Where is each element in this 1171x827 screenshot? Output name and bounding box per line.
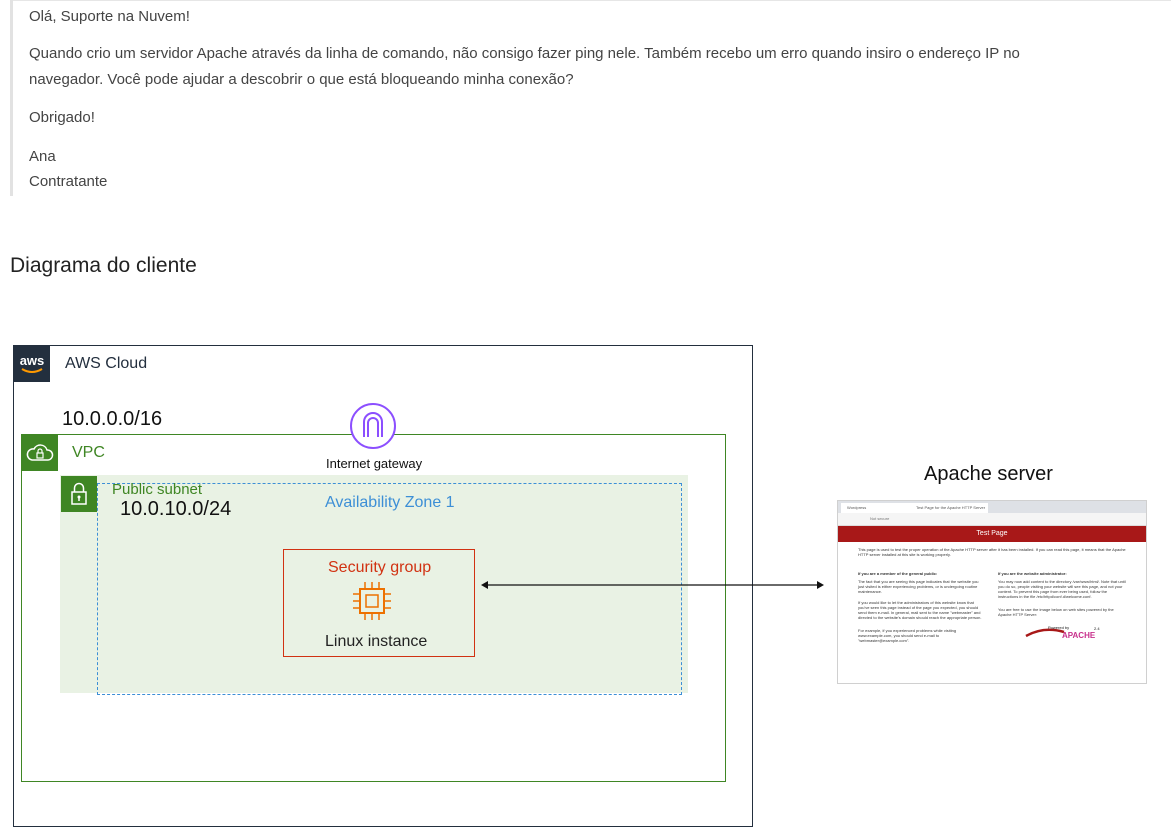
aws-cloud-label: AWS Cloud [65, 355, 148, 372]
test-page-admin-text: You are free to use the image below on w… [998, 607, 1114, 617]
test-page-admin-heading: If you are the website administrator: [998, 571, 1067, 576]
subnet-cidr: 10.0.10.0/24 [120, 498, 232, 520]
message-body-line1: Quando crio um servidor Apache através d… [29, 45, 1020, 62]
apache-logo-icon: Powered by 2.4 APACHE [1025, 625, 1100, 640]
message-body-line2: navegador. Você pode ajudar a descobrir … [29, 71, 574, 88]
aws-logo-text: aws [20, 353, 45, 368]
section-title: Diagrama do cliente [10, 254, 197, 277]
subnet-label: Public subnet [112, 481, 203, 498]
browser-tab: Wordpress [841, 503, 911, 513]
test-page-public-text: The fact that you are seeing this page i… [858, 579, 979, 594]
subnet-lock-icon [61, 476, 97, 512]
browser-tab: Test Page for the Apache HTTP Server [910, 503, 988, 513]
test-page-header: Test Page [838, 526, 1146, 542]
vpc-cloud-lock-icon [22, 435, 58, 471]
message-role: Contratante [29, 173, 108, 190]
security-group-label: Security group [328, 559, 432, 576]
vpc-label: VPC [72, 444, 105, 461]
browser-address-text: Not secure [870, 516, 890, 521]
internet-gateway-label: Internet gateway [326, 456, 423, 471]
customer-message: Olá, Suporte na Nuvem! Quando crio um se… [10, 0, 1160, 196]
apache-server-label: Apache server [924, 463, 1053, 485]
connection-arrow [481, 581, 824, 589]
apache-logo-text: APACHE [1062, 631, 1096, 640]
message-name: Ana [29, 148, 56, 165]
test-page-admin-text: You may now add content to the directory… [998, 579, 1126, 599]
availability-zone-label: Availability Zone 1 [325, 494, 455, 511]
test-page-public-text: For example, if you experienced problems… [858, 628, 957, 643]
message-greeting: Olá, Suporte na Nuvem! [29, 8, 190, 25]
apache-test-page-screenshot: Wordpress Test Page for the Apache HTTP … [837, 500, 1147, 684]
aws-logo-icon: aws [14, 346, 50, 382]
vpc-cidr: 10.0.0.0/16 [62, 408, 163, 430]
message-thanks: Obrigado! [29, 109, 95, 126]
test-page-intro: This page is used to test the proper ope… [858, 547, 1126, 557]
test-page-public-heading: If you are a member of the general publi… [858, 571, 938, 576]
apache-powered-by: Powered by [1048, 625, 1069, 630]
test-page-public-text: If you would like to let the administrat… [858, 600, 982, 620]
linux-instance-label: Linux instance [325, 633, 428, 650]
internet-gateway-icon [349, 402, 397, 450]
ec2-instance-icon [350, 579, 394, 623]
